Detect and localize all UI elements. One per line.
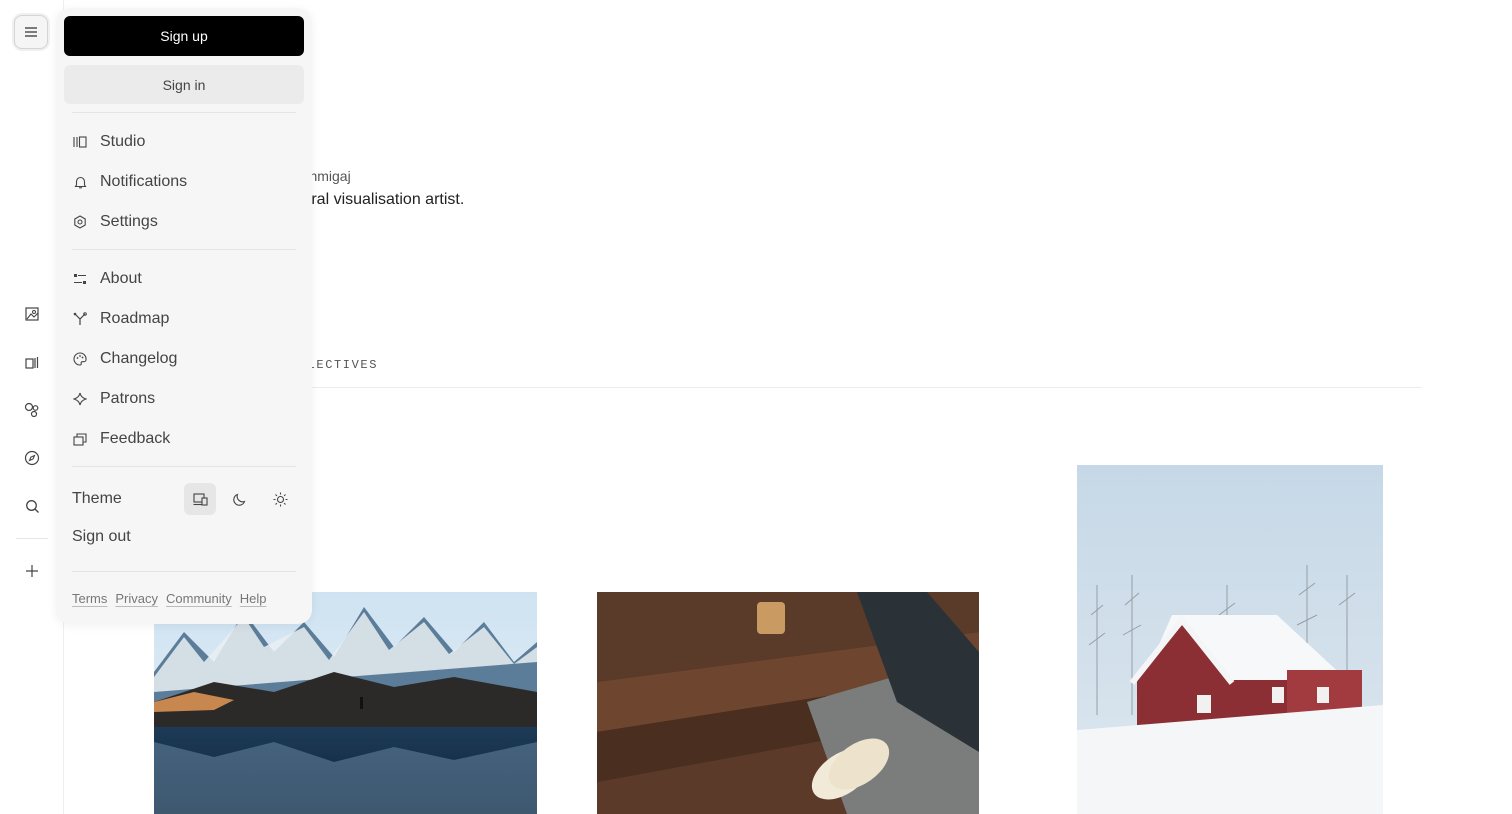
sign-up-button[interactable]: Sign up	[64, 16, 304, 56]
photo-mountain-lake[interactable]	[154, 592, 537, 814]
bell-icon	[72, 174, 88, 190]
rail-image-button[interactable]	[20, 302, 44, 326]
menu-item-label: About	[100, 270, 142, 287]
rail-search-button[interactable]	[20, 494, 44, 518]
roadmap-icon	[72, 311, 88, 327]
account-menu: Sign up Sign in Studio Notifications Set…	[56, 8, 312, 624]
compass-icon	[24, 450, 40, 466]
moon-icon	[233, 493, 246, 506]
footer-link-help[interactable]: Help	[240, 591, 267, 606]
menu-item-settings[interactable]: Settings	[72, 206, 296, 238]
menu-item-label: Patrons	[100, 390, 156, 407]
studio-icon	[72, 134, 88, 150]
menu-item-label: Roadmap	[100, 310, 170, 327]
profile-bio: ctural visualisation artist.	[290, 191, 465, 208]
sparkle-icon	[72, 391, 88, 407]
menu-divider	[72, 112, 296, 113]
menu-item-studio[interactable]: Studio	[72, 126, 296, 158]
menu-divider	[72, 249, 296, 250]
rail-divider	[16, 538, 48, 539]
footer-link-privacy[interactable]: Privacy	[115, 591, 158, 606]
theme-label: Theme	[72, 490, 122, 507]
sign-out-link[interactable]: Sign out	[72, 528, 131, 546]
plus-icon	[26, 565, 38, 577]
search-icon	[25, 499, 39, 513]
rail-shapes-button[interactable]	[20, 398, 44, 422]
photo-red-cabin-snow[interactable]	[1077, 465, 1383, 814]
menu-item-feedback[interactable]: Feedback	[72, 423, 296, 455]
menu-icon	[25, 27, 37, 37]
footer-link-terms[interactable]: Terms	[72, 591, 107, 606]
settings-icon	[72, 214, 88, 230]
sign-in-button[interactable]: Sign in	[64, 65, 304, 104]
monitor-icon	[192, 492, 208, 506]
about-icon	[72, 271, 88, 287]
menu-item-notifications[interactable]: Notifications	[72, 166, 296, 198]
rail-explore-button[interactable]	[20, 446, 44, 470]
menu-footer: Terms Privacy Community Help	[72, 591, 267, 606]
menu-item-roadmap[interactable]: Roadmap	[72, 303, 296, 335]
menu-item-about[interactable]: About	[72, 263, 296, 295]
menu-item-patrons[interactable]: Patrons	[72, 383, 296, 415]
rail-library-button[interactable]	[20, 350, 44, 374]
theme-light-button[interactable]	[264, 483, 296, 515]
menu-divider	[72, 571, 296, 572]
menu-item-label: Feedback	[100, 430, 171, 447]
sun-icon	[273, 492, 287, 506]
menu-divider	[72, 466, 296, 467]
menu-item-changelog[interactable]: Changelog	[72, 343, 296, 375]
theme-row: Theme	[72, 483, 296, 515]
library-icon	[25, 357, 39, 369]
rail-add-button[interactable]	[20, 559, 44, 583]
left-rail	[0, 0, 64, 814]
footer-link-community[interactable]: Community	[166, 591, 232, 606]
shapes-icon	[24, 402, 39, 418]
menu-item-label: Notifications	[100, 173, 188, 190]
palette-icon	[72, 351, 88, 367]
menu-item-label: Settings	[100, 213, 158, 230]
theme-dark-button[interactable]	[224, 483, 256, 515]
image-icon	[25, 307, 39, 321]
menu-item-label: Changelog	[100, 350, 178, 367]
photo-wooden-step-sandals[interactable]	[597, 592, 979, 814]
menu-item-label: Studio	[100, 133, 146, 150]
feedback-icon	[72, 431, 88, 447]
theme-system-button[interactable]	[184, 483, 216, 515]
menu-button[interactable]	[14, 15, 48, 49]
